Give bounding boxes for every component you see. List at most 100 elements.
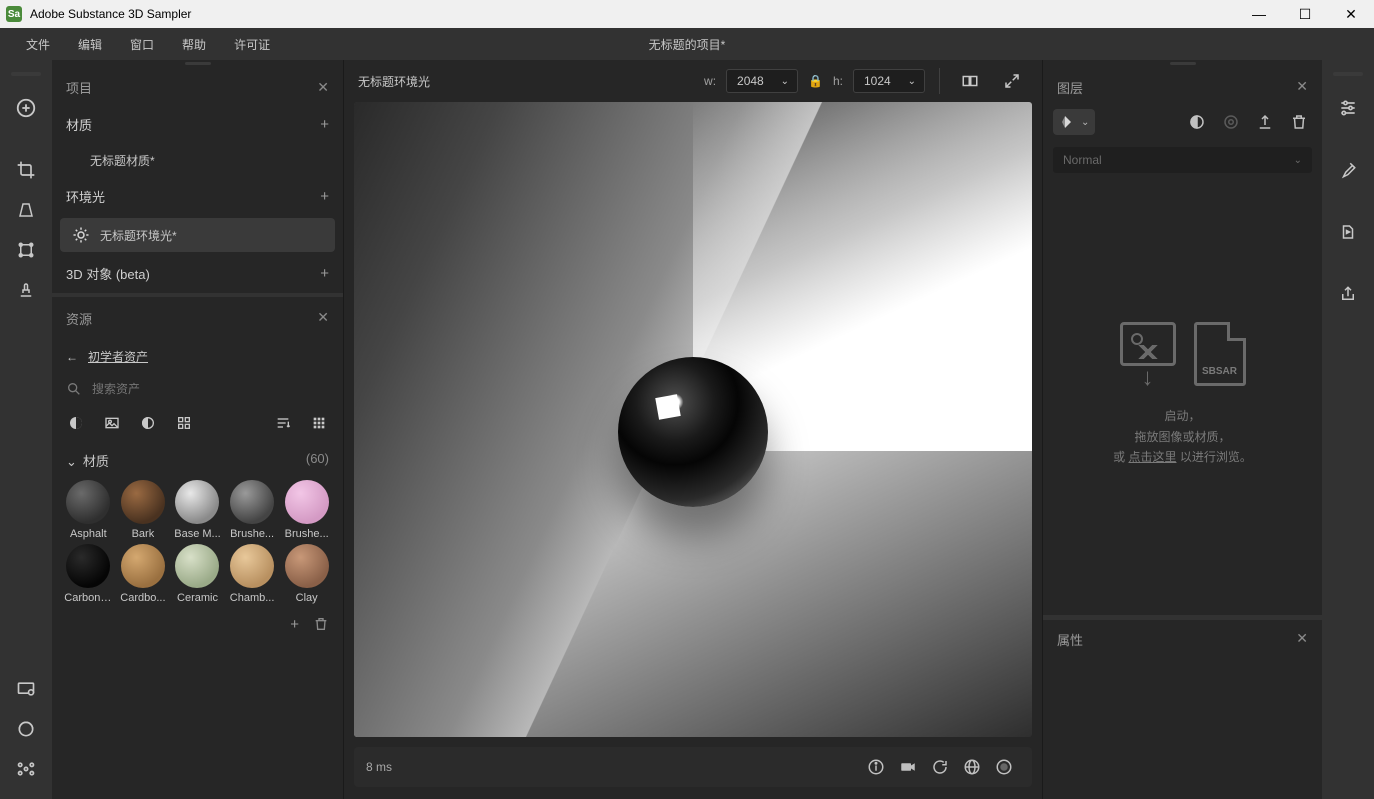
height-value: 1024 (864, 74, 891, 88)
material-thumbnail[interactable]: Brushe... (280, 480, 333, 540)
display-settings-button[interactable] (8, 671, 44, 707)
material-preview-button[interactable] (988, 751, 1020, 783)
filter-image-icon[interactable] (102, 413, 122, 433)
add-environment-button[interactable]: + (320, 188, 329, 205)
browse-link[interactable]: 点击这里 (1128, 450, 1176, 464)
document-title: 无标题的项目* (649, 36, 726, 53)
materials-section-header[interactable]: 材质 + (52, 105, 343, 144)
delete-asset-button[interactable] (313, 616, 329, 633)
perspective-tool-button[interactable] (8, 192, 44, 228)
viewport-footer: 8 ms (354, 747, 1032, 787)
menu-window[interactable]: 窗口 (116, 32, 168, 57)
material-thumbnail[interactable]: Clay (280, 544, 333, 604)
material-thumbnail[interactable]: Base M... (171, 480, 224, 540)
material-thumbnail[interactable]: Brushe... (226, 480, 279, 540)
thumbnail-label: Cardbo... (120, 592, 165, 604)
material-thumbnail[interactable]: Asphalt (62, 480, 115, 540)
sort-button[interactable] (273, 413, 293, 433)
filter-environment-icon[interactable] (138, 413, 158, 433)
material-item-label: 无标题材质* (90, 152, 155, 169)
thumbnail-sphere (230, 480, 274, 524)
stamp-tool-button[interactable] (8, 272, 44, 308)
material-item[interactable]: 无标题材质* (52, 144, 343, 177)
properties-panel-close-button[interactable]: ✕ (1296, 630, 1308, 649)
material-thumbnail[interactable]: Ceramic (171, 544, 224, 604)
eyedropper-button[interactable] (1330, 152, 1366, 188)
environment-section-header[interactable]: 环境光 + (52, 177, 343, 216)
import-asset-button[interactable]: + (290, 616, 299, 633)
material-thumbnail[interactable]: Bark (117, 480, 170, 540)
link-button[interactable] (1218, 109, 1244, 135)
search-input[interactable] (92, 382, 329, 396)
objects-section-label: 3D 对象 (beta) (66, 264, 150, 283)
camera-button[interactable] (892, 751, 924, 783)
filter-generator-icon[interactable] (174, 413, 194, 433)
material-thumbnail[interactable]: Chamb... (226, 544, 279, 604)
material-thumbnail[interactable]: Carbon ... (62, 544, 115, 604)
compare-view-button[interactable] (954, 65, 986, 97)
menu-help[interactable]: 帮助 (168, 32, 220, 57)
lock-icon[interactable]: 🔒 (808, 74, 823, 88)
menu-file[interactable]: 文件 (12, 32, 64, 57)
layer-mode-dropdown[interactable]: ⌄ (1053, 109, 1095, 135)
category-count: (60) (306, 451, 329, 470)
layers-drop-zone[interactable]: ↓ SBSAR 启动， 拖放图像或材质， 或 点击这里 以进行浏览。 (1043, 175, 1322, 615)
blend-mode-select[interactable]: Normal ⌄ (1053, 147, 1312, 173)
environment-item[interactable]: 无标题环境光* (60, 218, 335, 252)
viewport-panel: 无标题环境光 w: 2048⌄ 🔒 h: 1024⌄ 8 ms (344, 60, 1042, 799)
starter-assets-link[interactable]: 初学者资产 (88, 348, 148, 365)
add-material-button[interactable]: + (320, 116, 329, 133)
share-button[interactable] (1330, 276, 1366, 312)
settings-button[interactable] (8, 751, 44, 787)
info-button[interactable] (860, 751, 892, 783)
filter-materials-icon[interactable] (66, 413, 86, 433)
project-panel-close-button[interactable]: ✕ (317, 79, 329, 96)
window-minimize-button[interactable]: — (1236, 0, 1282, 28)
transform-tool-button[interactable] (8, 232, 44, 268)
chevron-down-icon: ⌄ (781, 76, 789, 87)
back-arrow-icon[interactable]: ← (66, 350, 78, 364)
layers-panel-title: 图层 (1057, 78, 1083, 97)
thumbnail-sphere (285, 480, 329, 524)
rail-drag-handle[interactable] (11, 72, 41, 76)
fullscreen-button[interactable] (996, 65, 1028, 97)
height-select[interactable]: 1024⌄ (853, 69, 925, 93)
project-panel-title: 项目 (66, 78, 92, 97)
chevron-down-icon: ⌄ (1294, 155, 1302, 166)
window-close-button[interactable]: ✕ (1328, 0, 1374, 28)
menu-license[interactable]: 许可证 (220, 32, 284, 57)
crop-tool-button[interactable] (8, 152, 44, 188)
category-header[interactable]: ⌄材质 (60) (52, 441, 343, 476)
environment-button[interactable] (8, 711, 44, 747)
left-panel: 项目 ✕ 材质 + 无标题材质* 环境光 + 无标题环境光* 3D 对象 (be… (52, 60, 344, 799)
delete-layer-button[interactable] (1286, 109, 1312, 135)
sbsar-file-icon: SBSAR (1194, 322, 1246, 386)
grid-view-button[interactable] (309, 413, 329, 433)
window-maximize-button[interactable]: ☐ (1282, 0, 1328, 28)
globe-button[interactable] (956, 751, 988, 783)
resources-panel-title: 资源 (66, 309, 92, 328)
viewport-3d[interactable] (354, 102, 1032, 737)
thumbnail-sphere (230, 544, 274, 588)
objects-section-header[interactable]: 3D 对象 (beta) + (52, 254, 343, 293)
mask-button[interactable] (1184, 109, 1210, 135)
add-object-button[interactable]: + (320, 265, 329, 282)
resources-panel-close-button[interactable]: ✕ (317, 309, 329, 328)
menu-bar: 文件 编辑 窗口 帮助 许可证 无标题的项目* (0, 28, 1374, 60)
search-icon (66, 381, 82, 397)
adjustments-button[interactable] (1330, 90, 1366, 126)
rotate-button[interactable] (924, 751, 956, 783)
thumbnail-sphere (175, 544, 219, 588)
materials-section-label: 材质 (66, 115, 92, 134)
layers-panel-close-button[interactable]: ✕ (1296, 78, 1308, 97)
thumbnail-label: Base M... (174, 528, 220, 540)
properties-panel-title: 属性 (1057, 630, 1083, 649)
menu-edit[interactable]: 编辑 (64, 32, 116, 57)
rail-drag-handle[interactable] (1333, 72, 1363, 76)
material-thumbnail[interactable]: Cardbo... (117, 544, 170, 604)
thumbnail-sphere (66, 544, 110, 588)
width-select[interactable]: 2048⌄ (726, 69, 798, 93)
export-button[interactable] (1252, 109, 1278, 135)
add-button[interactable] (8, 90, 44, 126)
send-to-button[interactable] (1330, 214, 1366, 250)
